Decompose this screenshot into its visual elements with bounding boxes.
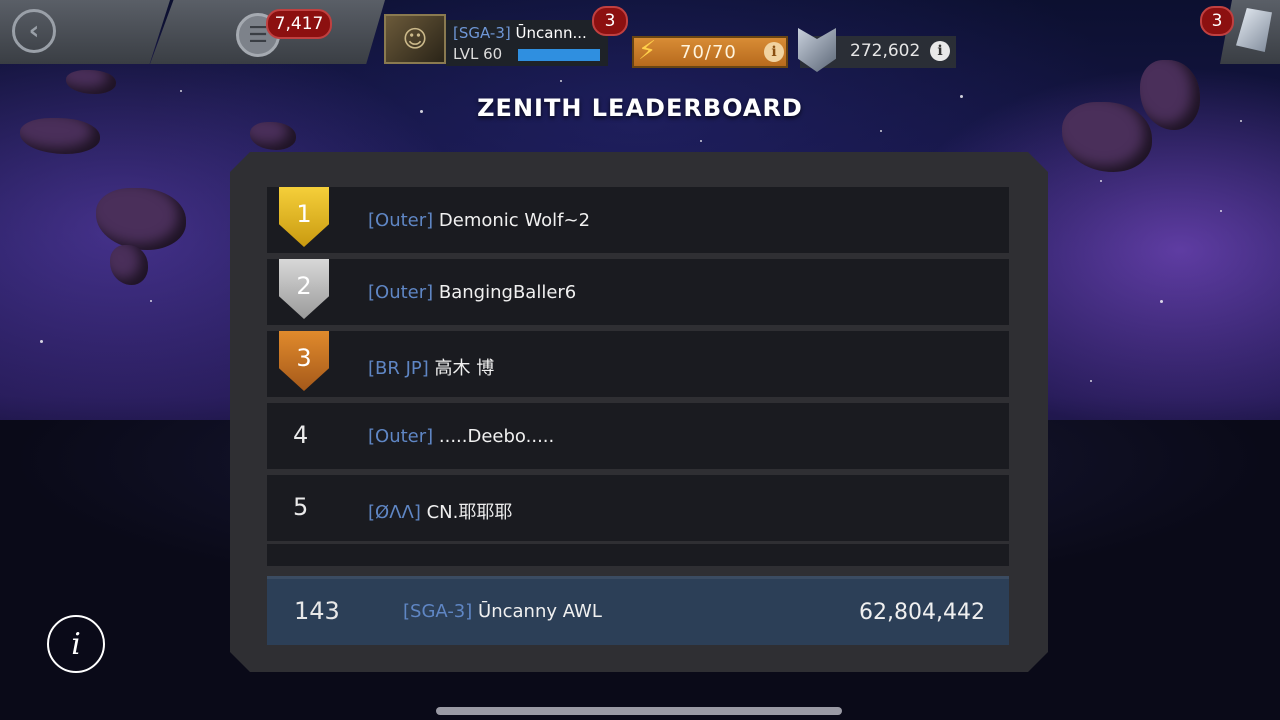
page-title: ZENITH LEADERBOARD: [477, 94, 803, 122]
xp-progress-bar: [518, 49, 600, 61]
player-name: .....Deebo.....: [438, 426, 555, 447]
units-counter[interactable]: 272,602 i: [798, 28, 956, 72]
alliance-tag: [Outer]: [368, 210, 434, 231]
player-name: 高木 博: [434, 358, 495, 379]
profile-name: [SGA-3] Ūncann...: [453, 24, 587, 42]
units-icon: [798, 28, 836, 72]
alerts-count-badge: 7,417: [266, 9, 332, 39]
rank-medal-bronze-icon: 3: [279, 331, 329, 391]
player-entry: [BR JP] 高木 博: [368, 354, 494, 380]
player-name: Demonic Wolf~2: [438, 210, 591, 231]
leaderboard-row[interactable]: 4 [Outer] .....Deebo.....: [267, 403, 1009, 469]
energy-info-icon[interactable]: i: [764, 42, 784, 62]
leaderboard-row[interactable]: 2 [Outer] BangingBaller6: [267, 259, 1009, 325]
player-entry: [Outer] .....Deebo.....: [368, 426, 554, 447]
my-player-name: Ūncanny AWL: [478, 601, 602, 622]
rank-medal-gold-icon: 1: [279, 187, 329, 247]
alliance-tag: [Outer]: [368, 282, 434, 303]
my-rank: 143: [294, 597, 340, 625]
my-alliance-tag: [SGA-3]: [403, 601, 473, 622]
crystals-badge: 3: [1200, 6, 1234, 36]
alliance-tag: [ØΛΛ]: [368, 502, 421, 523]
leaderboard-row[interactable]: 3 [BR JP] 高木 博: [267, 331, 1009, 397]
rank-number: 4: [293, 421, 309, 449]
back-button[interactable]: ‹: [12, 9, 56, 53]
alliance-tag: [BR JP]: [368, 358, 429, 379]
leaderboard-row[interactable]: 5 [ØΛΛ] CN.耶耶耶: [267, 475, 1009, 541]
lightning-icon: ⚡: [638, 36, 657, 66]
player-entry: [Outer] BangingBaller6: [368, 282, 576, 303]
floating-rock: [96, 188, 186, 250]
alliance-tag: [Outer]: [368, 426, 434, 447]
floating-rock: [66, 70, 116, 94]
home-indicator[interactable]: [436, 707, 842, 715]
leaderboard-row-partial: [267, 544, 1009, 566]
player-entry: [Outer] Demonic Wolf~2: [368, 210, 590, 231]
player-name: BangingBaller6: [438, 282, 577, 303]
back-arrow-icon: ‹: [28, 16, 40, 46]
my-score: 62,804,442: [859, 600, 985, 625]
player-avatar[interactable]: ☺: [384, 14, 446, 64]
energy-value: 70/70: [680, 42, 737, 63]
my-rank-row[interactable]: 143 [SGA-3] Ūncanny AWL 62,804,442: [267, 576, 1009, 645]
rank-medal-silver-icon: 2: [279, 259, 329, 319]
leaderboard-row[interactable]: 1 [Outer] Demonic Wolf~2: [267, 187, 1009, 253]
info-icon: i: [71, 626, 81, 662]
champion-portrait-icon: ☺: [402, 25, 428, 53]
player-profile[interactable]: [SGA-3] Ūncann... LVL 60: [446, 20, 608, 66]
player-name: CN.耶耶耶: [426, 502, 513, 523]
profile-notification-badge: 3: [592, 6, 628, 36]
xp-progress-fill: [518, 49, 600, 61]
rank-number: 5: [293, 493, 309, 521]
top-bar: ‹ ☰ 7,417 ☺ [SGA-3] Ūncann... LVL 60 3 ⚡…: [0, 0, 1280, 72]
floating-rock: [110, 245, 148, 285]
energy-counter[interactable]: ⚡ 70/70 i: [632, 36, 788, 68]
player-name: Ūncann...: [515, 24, 587, 42]
my-player: [SGA-3] Ūncanny AWL: [403, 601, 602, 622]
floating-rock: [250, 122, 296, 150]
units-value: 272,602: [850, 41, 921, 61]
units-info-icon[interactable]: i: [930, 41, 950, 61]
floating-rock: [20, 118, 100, 154]
alliance-tag: [SGA-3]: [453, 24, 511, 42]
player-entry: [ØΛΛ] CN.耶耶耶: [368, 498, 512, 524]
info-button[interactable]: i: [47, 615, 105, 673]
leaderboard-panel: 1 [Outer] Demonic Wolf~2 2 [Outer] BangingB…: [230, 152, 1048, 672]
menu-icon: ☰: [248, 22, 268, 48]
player-level: LVL 60: [453, 45, 503, 63]
